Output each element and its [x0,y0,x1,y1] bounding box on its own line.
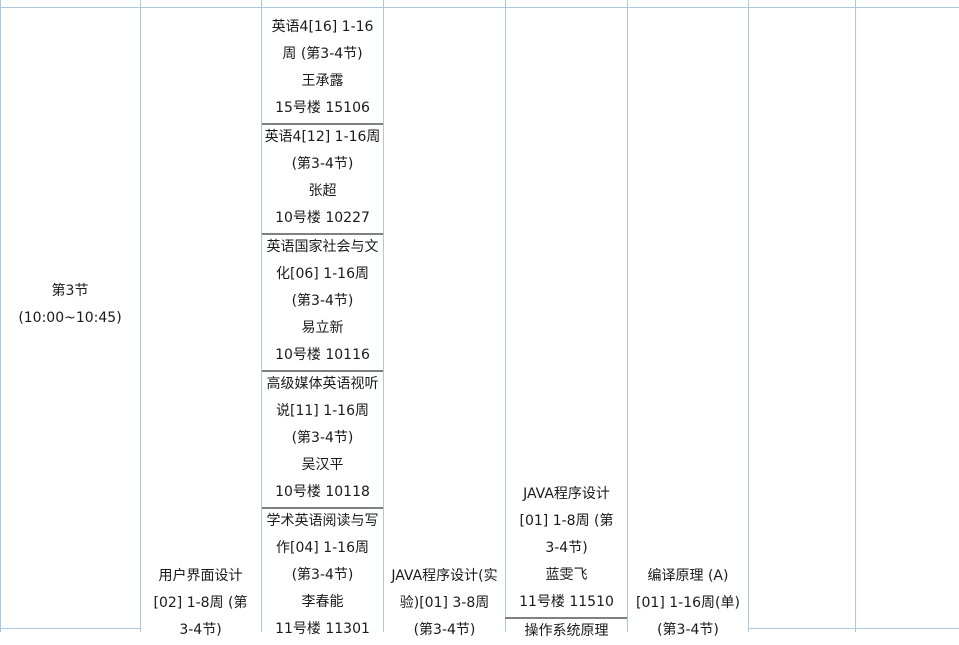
course-line: (第3-4节) [291,567,354,583]
course-block-english4-16[interactable]: 英语4[16] 1-16 周 (第3-4节) 王承露 15号楼 15106 [262,14,383,122]
course-line: 用户界面设计 [158,568,243,584]
period-time: (10:00~10:45) [18,310,122,326]
course-line: (第3-4节) [657,622,719,638]
course-line: 11号楼 11301 [275,621,370,637]
course-line: 11号楼 11510 [519,594,614,610]
course-line: 作[04] 1-16周 [276,540,369,556]
course-line: 英语4[12] 1-16周 [264,129,381,145]
grid-line [383,0,384,632]
course-line: 学术英语阅读与写 [266,513,379,529]
course-line: 吴汉平 [301,457,344,473]
timetable-page: { "time_cell": { "period": "第3节", "time"… [0,0,959,639]
course-line: [02] 1-8周 (第 [153,595,248,611]
course-line: 化[06] 1-16周 [276,266,369,282]
course-line: 易立新 [301,320,344,336]
grid-line [855,0,856,632]
course-line: 10号楼 10227 [275,210,370,226]
course-line: 周 (第3-4节) [282,46,363,62]
course-line: 10号楼 10118 [275,484,370,500]
course-line: (第3-4节) [291,156,354,172]
grid-line [0,7,959,8]
course-block-english4-12[interactable]: 英语4[12] 1-16周 (第3-4节) 张超 10号楼 10227 [262,124,383,232]
grid-line [627,0,628,632]
course-line: [01] 1-8周 (第 [519,513,614,529]
period-label: 第3节 [51,283,89,299]
course-line: 英语4[16] 1-16 [271,19,374,35]
course-block-java-programming[interactable]: JAVA程序设计 [01] 1-8周 (第 3-4节) 蓝雯飞 11号楼 115… [506,481,627,616]
course-line: 英语国家社会与文 [266,239,379,255]
course-line: (第3-4节) [291,430,354,446]
course-block-english-society-culture[interactable]: 英语国家社会与文 化[06] 1-16周 (第3-4节) 易立新 10号楼 10… [262,234,383,369]
course-block-academic-english[interactable]: 学术英语阅读与写 作[04] 1-16周 (第3-4节) 李春能 11号楼 11… [262,508,383,643]
grid-line [748,0,749,632]
course-block-advanced-media-english[interactable]: 高级媒体英语视听 说[11] 1-16周 (第3-4节) 吴汉平 10号楼 10… [262,371,383,506]
course-line: 说[11] 1-16周 [276,403,369,419]
course-line: 王承露 [301,73,344,89]
period-cell: 第3节 (10:00~10:45) [0,278,140,332]
course-line: 高级媒体英语视听 [266,376,379,392]
course-line: [01] 1-16周(单) [636,595,740,611]
course-line: 验)[01] 3-8周 [399,595,490,611]
course-line: 编译原理 (A) [647,568,729,584]
grid-line [748,628,959,629]
grid-line [140,0,141,632]
course-line: 李春能 [301,594,344,610]
course-line: 3-4节) [545,540,588,556]
course-line: 蓝雯飞 [545,567,588,583]
course-line: JAVA程序设计 [523,486,610,502]
course-line: 15号楼 15106 [275,100,370,116]
course-line: 3-4节) [179,622,222,638]
grid-line [0,628,140,629]
course-line: 张超 [308,183,337,199]
course-line: 10号楼 10116 [275,347,370,363]
course-line: JAVA程序设计(实 [391,568,498,584]
course-line: (第3-4节) [413,622,476,638]
course-line: (第3-4节) [291,293,354,309]
